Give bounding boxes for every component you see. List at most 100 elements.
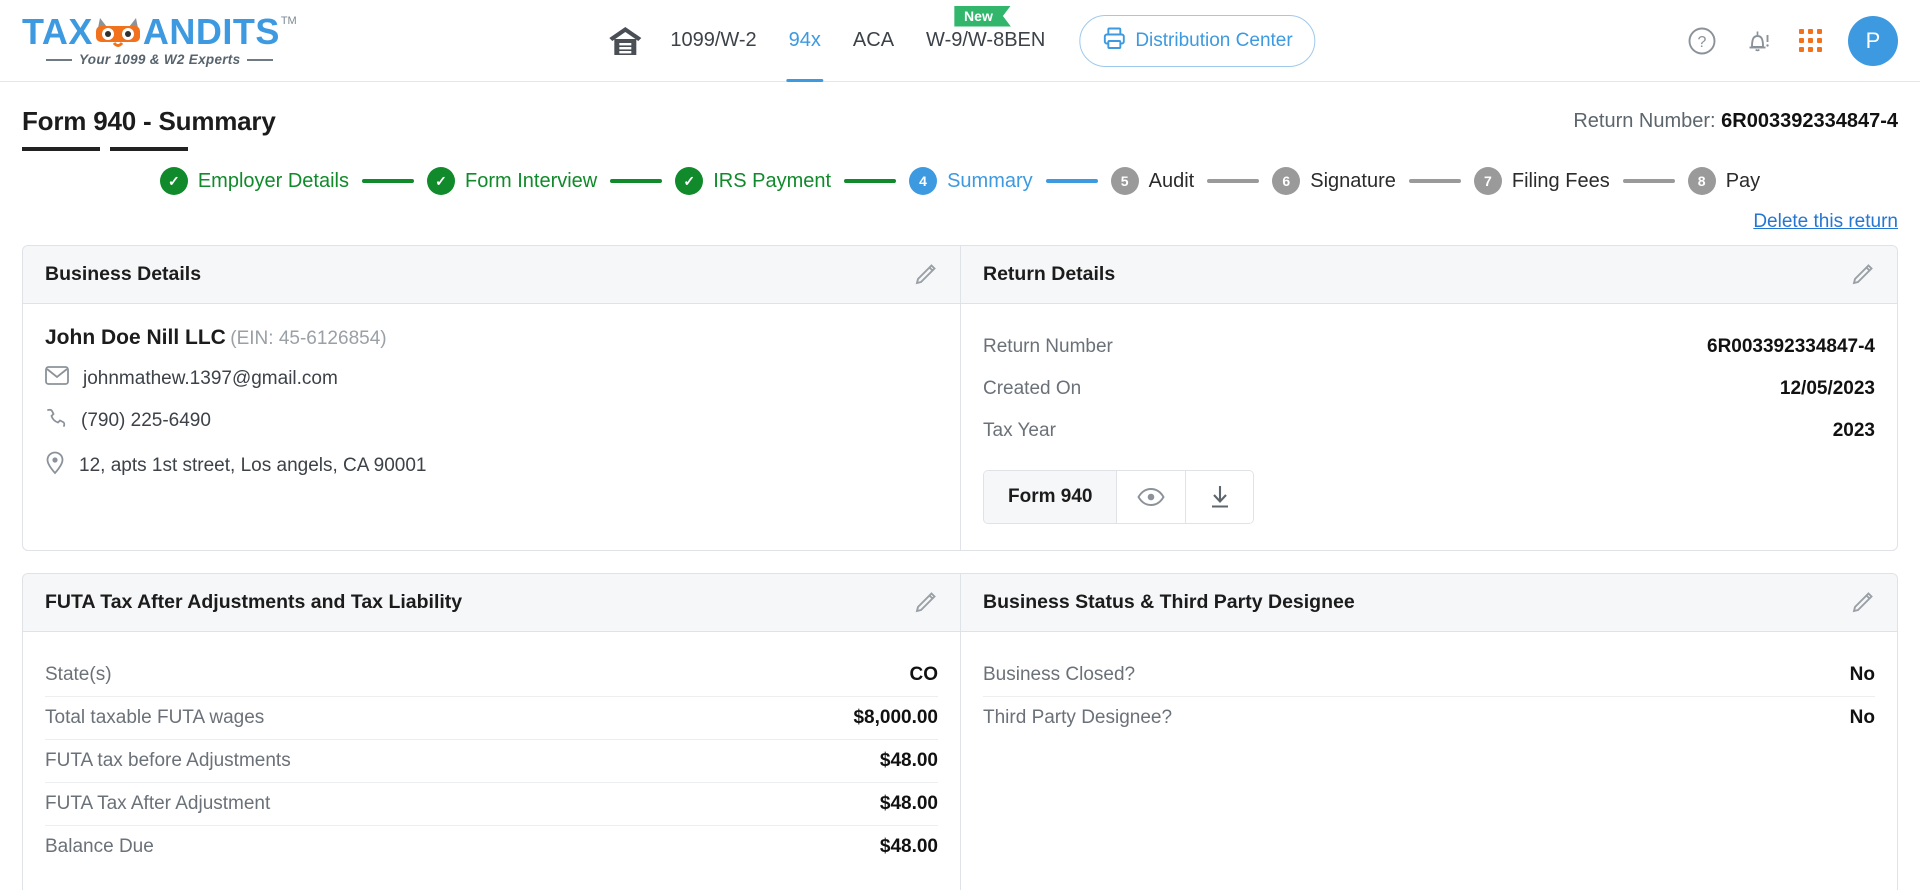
futa-card-title: FUTA Tax After Adjustments and Tax Liabi… [45,591,463,613]
edit-business-status-pencil-icon[interactable] [1849,590,1875,616]
step-2-label: Form Interview [465,169,598,192]
created-on-label: Created On [983,378,1082,399]
owl-mascot-icon [94,16,142,50]
step-6-number: 6 [1272,167,1301,195]
step-connector-7 [1622,179,1675,183]
edit-business-details-pencil-icon[interactable] [912,262,938,288]
tax-year-value: 2023 [1832,420,1875,441]
logo-text-bandits: ANDITS [142,11,280,52]
business-details-body: John Doe Nill LLC (EIN: 45-6126854) john… [23,304,960,507]
help-circle-icon[interactable]: ? [1687,26,1717,56]
eye-icon[interactable] [1117,471,1186,523]
return-number-row-value: 6R003392334847-4 [1707,336,1875,357]
top-navigation-bar: TAX ANDITS TM Your 1099 & W2 Experts 109… [0,0,1920,82]
return-number-label: Return Number: [1573,110,1716,132]
return-details-header: Return Details [961,246,1897,304]
futa-after-adj-value: $48.00 [879,793,938,814]
step-employer-details[interactable]: ✓ Employer Details [159,167,349,195]
step-8-number: 8 [1687,167,1716,195]
step-connector-2 [610,179,663,183]
business-ein: (EIN: 45-6126854) [230,328,387,349]
email-icon [45,366,69,391]
step-signature[interactable]: 6 Signature [1272,167,1396,195]
business-name-row: John Doe Nill LLC (EIN: 45-6126854) [45,326,938,350]
futa-states-label: State(s) [45,664,112,685]
step-3-check-icon: ✓ [675,167,704,195]
return-details-card: Return Details Return Number 6R003392334… [960,246,1897,550]
business-phone: (790) 225-6490 [81,410,211,431]
edit-futa-pencil-icon[interactable] [912,590,938,616]
business-name: John Doe Nill LLC [45,326,226,349]
business-address-row: 12, apts 1st street, Los angels, CA 9000… [45,451,938,481]
business-closed-value: No [1849,664,1875,685]
business-status-title: Business Status & Third Party Designee [983,591,1355,613]
nav-item-94x[interactable]: 94x [773,0,837,82]
logo-tagline-rule-left [46,58,72,61]
step-form-interview[interactable]: ✓ Form Interview [427,167,597,195]
business-details-header: Business Details [23,246,960,304]
step-pay[interactable]: 8 Pay [1687,167,1760,195]
page-header: Form 940 - Summary Return Number: 6R0033… [0,82,1920,151]
card-row-1: Business Details John Doe Nill LLC (EIN:… [22,245,1898,551]
futa-row: FUTA Tax After Adjustment $48.00 [45,782,938,825]
logo-tagline-rule-right [247,58,274,61]
summary-cards: Business Details John Doe Nill LLC (EIN:… [0,245,1920,890]
location-pin-icon [45,451,65,481]
tax-year-label: Tax Year [983,420,1056,441]
step-2-check-icon: ✓ [427,167,455,195]
form-940-label: Form 940 [984,471,1118,523]
futa-total-wages-value: $8,000.00 [853,707,938,728]
balance-due-label: Balance Due [45,836,154,857]
business-address: 12, apts 1st street, Los angels, CA 9000… [79,455,427,476]
card-row-2: FUTA Tax After Adjustments and Tax Liabi… [22,573,1898,890]
delete-return-row: Delete this return [0,211,1920,233]
step-1-label: Employer Details [197,169,349,192]
taxbandits-logo[interactable]: TAX ANDITS TM Your 1099 & W2 Experts [22,11,297,68]
logo-tagline: Your 1099 & W2 Experts [79,52,241,67]
progress-stepper: ✓ Employer Details ✓ Form Interview ✓ IR… [0,167,1920,195]
avatar[interactable]: P [1848,15,1898,66]
page-title: Form 940 - Summary [22,106,276,136]
futa-row: Total taxable FUTA wages $8,000.00 [45,696,938,739]
business-details-title: Business Details [45,263,202,285]
title-underline-decoration [22,147,276,151]
step-connector-5 [1207,179,1260,183]
home-icon[interactable] [604,0,654,82]
futa-states-value: CO [909,664,939,685]
nav-item-aca[interactable]: ACA [837,0,910,82]
futa-after-adj-label: FUTA Tax After Adjustment [45,793,271,814]
edit-return-details-pencil-icon[interactable] [1849,262,1875,288]
nav-item-w9-w8ben[interactable]: W-9/W-8BEN [910,0,1061,82]
futa-row: State(s) CO [45,654,938,696]
nav-right-actions: ? P [1687,15,1898,66]
phone-icon [45,407,67,435]
step-irs-payment[interactable]: ✓ IRS Payment [675,167,831,195]
notification-bell-icon[interactable] [1743,26,1773,56]
step-connector-6 [1408,179,1461,183]
step-summary[interactable]: 4 Summary [909,167,1033,195]
step-audit[interactable]: 5 Audit [1110,167,1195,195]
step-filing-fees[interactable]: 7 Filing Fees [1473,167,1610,195]
return-details-body: Return Number 6R003392334847-4 Created O… [961,304,1897,550]
delete-this-return-link[interactable]: Delete this return [1753,211,1898,233]
futa-total-wages-label: Total taxable FUTA wages [45,707,265,728]
step-7-number: 7 [1473,167,1502,195]
return-number-row-label: Return Number [983,336,1113,357]
futa-before-adj-label: FUTA tax before Adjustments [45,750,291,771]
step-connector-3 [844,179,897,183]
return-detail-row: Created On 12/05/2023 [983,368,1875,410]
download-icon[interactable] [1185,471,1254,523]
business-closed-label: Business Closed? [983,664,1136,685]
step-5-label: Audit [1148,169,1195,192]
business-phone-row: (790) 225-6490 [45,407,938,435]
nav-item-1099-w2[interactable]: 1099/W-2 [654,0,772,82]
business-status-body: Business Closed? No Third Party Designee… [961,632,1897,765]
business-status-header: Business Status & Third Party Designee [961,574,1897,632]
third-party-designee-label: Third Party Designee? [983,707,1173,728]
distribution-center-label: Distribution Center [1135,29,1293,51]
futa-card-body: State(s) CO Total taxable FUTA wages $8,… [23,632,960,890]
apps-grid-icon[interactable] [1799,29,1822,52]
distribution-center-button[interactable]: Distribution Center [1079,14,1316,67]
svg-text:?: ? [1698,34,1707,51]
balance-due-value: $48.00 [879,836,938,857]
